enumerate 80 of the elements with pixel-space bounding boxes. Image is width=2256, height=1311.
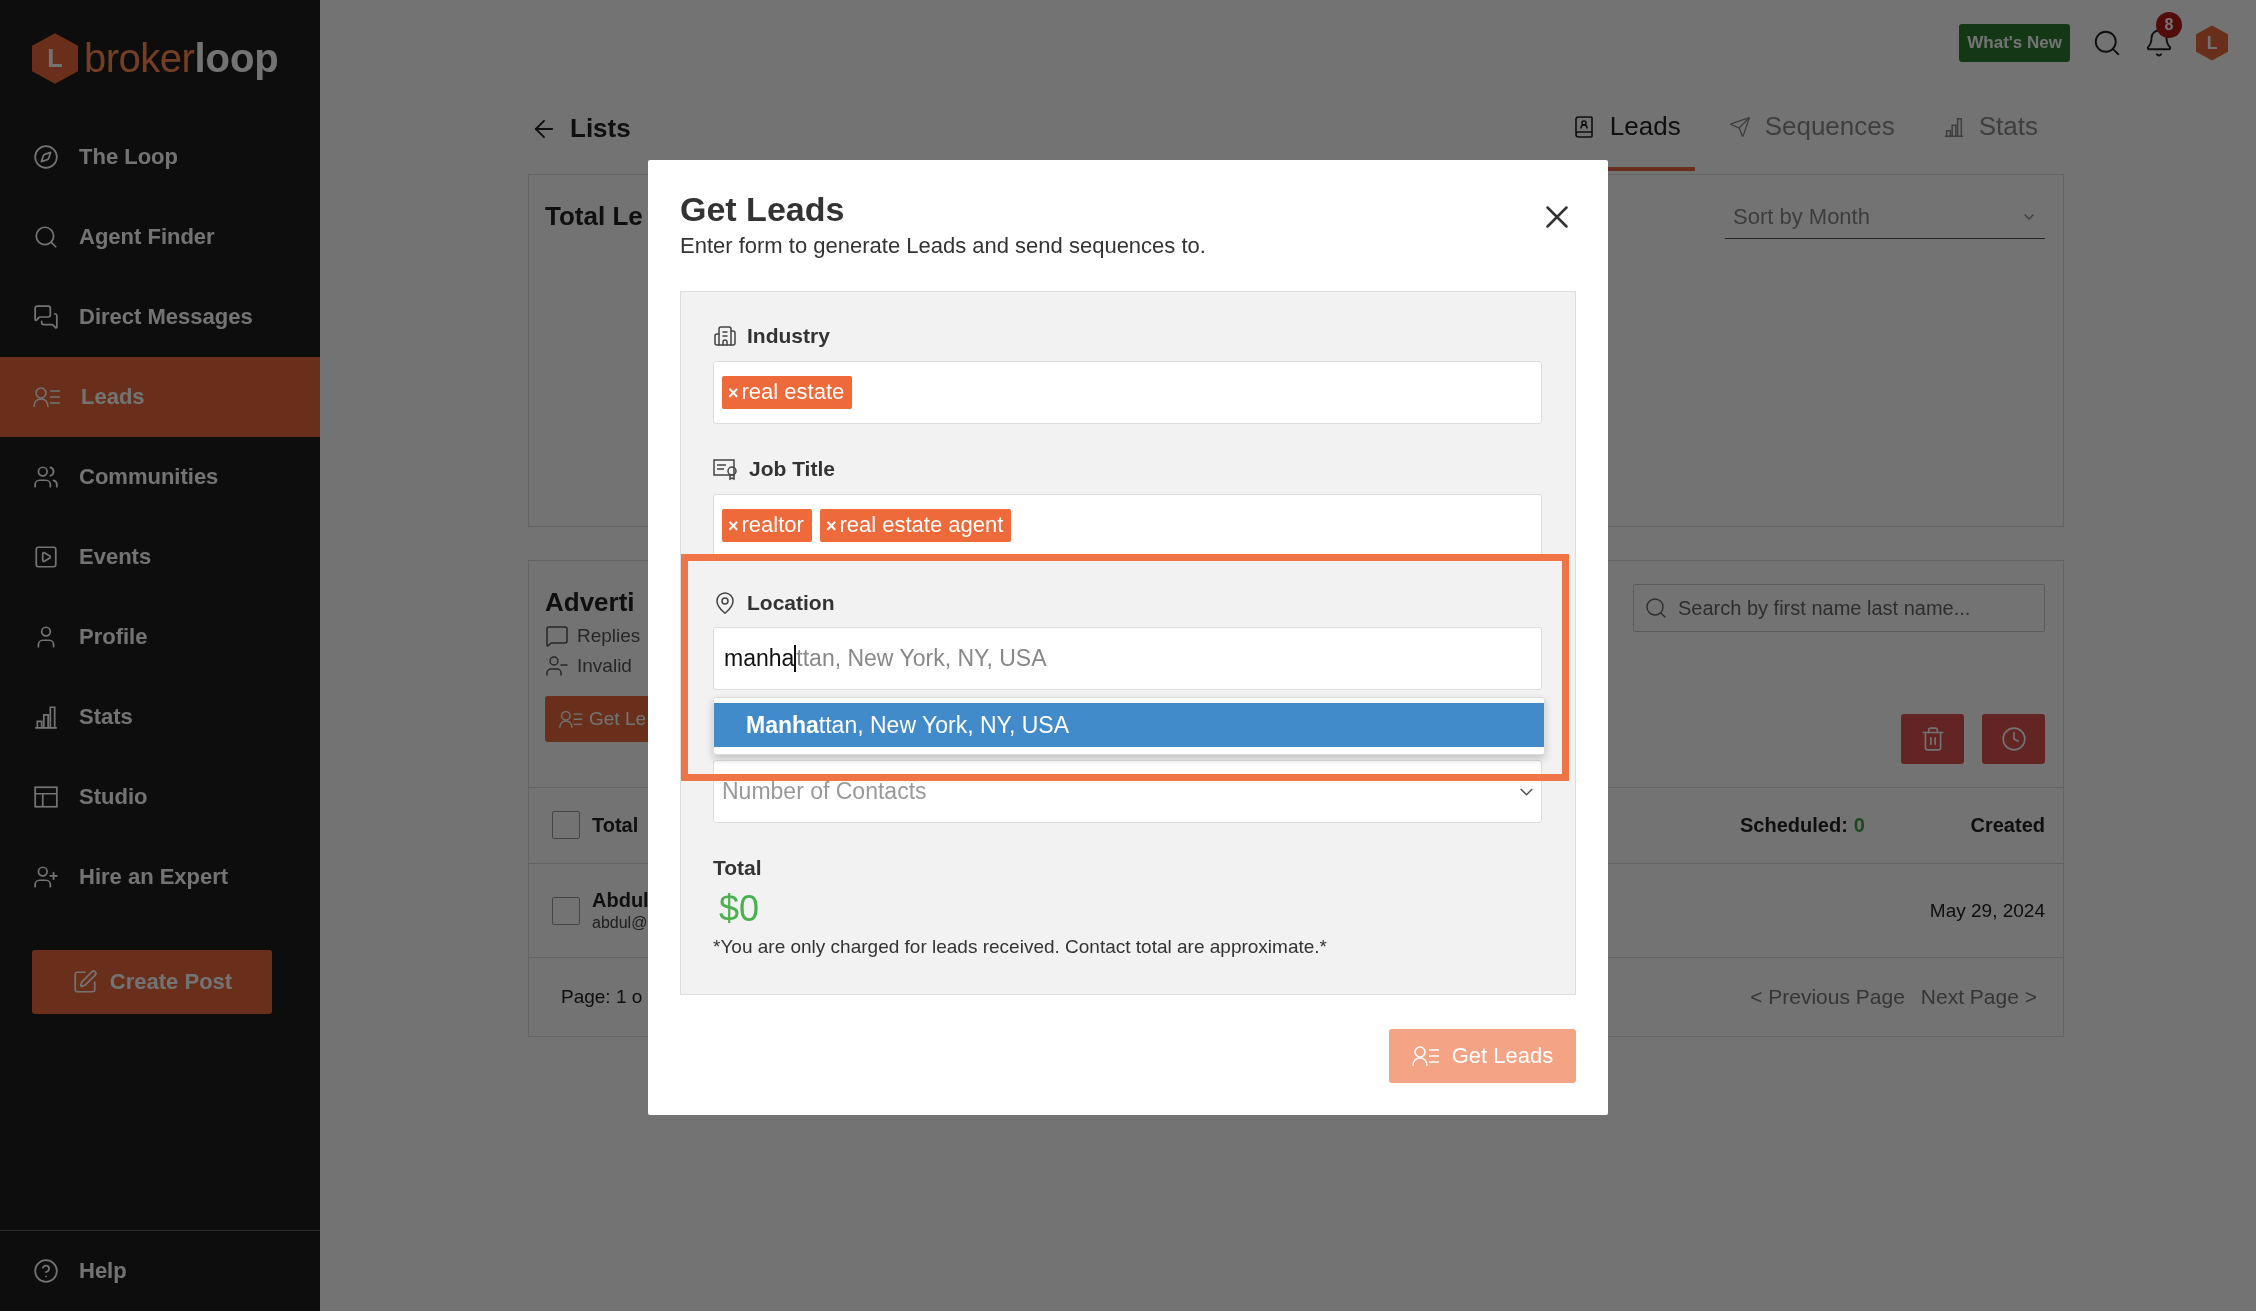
sidebar-item[interactable]: Hire an Expert bbox=[0, 837, 320, 917]
person-list-icon bbox=[33, 385, 61, 409]
person-list-icon bbox=[1411, 1044, 1440, 1068]
schedule-button[interactable] bbox=[1982, 714, 2045, 764]
bar-chart-icon bbox=[1942, 115, 1965, 138]
get-leads-button[interactable]: Get Le bbox=[545, 696, 648, 742]
search-icon[interactable] bbox=[2092, 28, 2122, 58]
building-icon bbox=[713, 324, 737, 348]
delete-button[interactable] bbox=[1901, 714, 1964, 764]
logo-text: loop bbox=[194, 36, 279, 81]
sidebar-item[interactable]: The Loop bbox=[0, 117, 320, 197]
column-header: Scheduled: bbox=[1740, 813, 1848, 837]
stat-label: Replies bbox=[577, 625, 641, 647]
suggestion-item[interactable]: Manhattan, New York, NY, USA bbox=[714, 703, 1544, 747]
tag-chip[interactable]: ×realtor bbox=[722, 509, 812, 542]
contact-name: Abdul bbox=[592, 889, 649, 913]
location-pin-icon bbox=[713, 591, 737, 615]
table-cell: May 29, 2024 bbox=[1929, 899, 2045, 922]
modal-subtitle: Enter form to generate Leads and send sequences to. bbox=[680, 233, 1206, 259]
tag-input-field[interactable]: ×real estate bbox=[713, 361, 1542, 424]
edit-icon bbox=[71, 969, 98, 995]
person-list-icon bbox=[559, 708, 583, 730]
back-link[interactable]: Lists bbox=[530, 113, 631, 144]
create-post-button[interactable]: Create Post bbox=[32, 950, 272, 1014]
search-icon bbox=[1644, 596, 1668, 620]
tag-chip[interactable]: ×real estate bbox=[722, 376, 853, 409]
remove-person-icon bbox=[545, 654, 569, 678]
search-icon bbox=[33, 224, 59, 250]
field-label: Job Title bbox=[749, 457, 835, 481]
sidebar-item[interactable]: Stats bbox=[0, 677, 320, 757]
play-icon bbox=[33, 544, 59, 570]
sidebar-item[interactable]: Leads bbox=[0, 357, 320, 437]
whats-new-button[interactable]: What's New bbox=[1959, 24, 2070, 62]
card-title: Total Le bbox=[545, 201, 643, 232]
chat-icon bbox=[33, 304, 59, 330]
modal-title: Get Leads bbox=[680, 190, 846, 229]
tag-input-field[interactable]: ×realtor ×real estate agent bbox=[713, 494, 1542, 557]
speech-bubble-icon bbox=[545, 624, 569, 648]
group-icon bbox=[33, 464, 59, 490]
bar-chart-icon bbox=[33, 704, 59, 730]
total-label: Total bbox=[713, 856, 763, 880]
send-icon bbox=[1728, 115, 1751, 138]
previous-page-link[interactable]: < Previous Page bbox=[1750, 985, 1905, 1010]
stat-label: Invalid bbox=[577, 655, 632, 677]
total-amount: $0 bbox=[718, 888, 761, 930]
get-leads-button[interactable]: Get Leads bbox=[1389, 1029, 1576, 1083]
sidebar-item[interactable]: Communities bbox=[0, 437, 320, 517]
certificate-icon bbox=[713, 457, 739, 481]
add-person-icon bbox=[33, 864, 59, 890]
sidebar-item[interactable]: Studio bbox=[0, 757, 320, 837]
contact-email: abdul@ bbox=[592, 914, 649, 933]
sidebar-item[interactable]: Agent Finder bbox=[0, 197, 320, 277]
help-icon bbox=[33, 1258, 59, 1284]
sidebar-item[interactable]: Direct Messages bbox=[0, 277, 320, 357]
trash-icon bbox=[1919, 726, 1946, 752]
scheduled-count: 0 bbox=[1853, 813, 1865, 837]
chevron-down-icon bbox=[1520, 787, 1533, 796]
sidebar-item[interactable]: Events bbox=[0, 517, 320, 597]
disclaimer-text: *You are only charged for leads received. Contact total are approximate.* bbox=[713, 936, 1328, 958]
checkbox[interactable] bbox=[552, 896, 580, 925]
page-indicator: Page: 1 o bbox=[561, 986, 643, 1009]
column-header: Total bbox=[592, 813, 639, 837]
field-label: Industry bbox=[747, 324, 830, 348]
field-label: Location bbox=[747, 591, 835, 615]
layout-icon bbox=[33, 784, 59, 810]
sidebar-item[interactable]: Profile bbox=[0, 597, 320, 677]
next-page-link[interactable]: Next Page > bbox=[1920, 985, 2037, 1010]
search-field[interactable]: Search by first name last name... bbox=[1633, 584, 2045, 632]
avatar[interactable]: L bbox=[2196, 25, 2228, 61]
location-field[interactable]: manhattan, New York, NY, USA bbox=[713, 627, 1542, 690]
notification-bell-icon[interactable] bbox=[2144, 28, 2174, 58]
clock-icon bbox=[2000, 726, 2027, 752]
tag-chip[interactable]: ×real estate agent bbox=[819, 509, 1012, 542]
logo-mark: L bbox=[32, 33, 78, 84]
notification-badge: 8 bbox=[2156, 12, 2182, 38]
column-header: Created bbox=[1970, 813, 2045, 837]
logo-text: broker bbox=[84, 36, 195, 81]
compass-icon bbox=[33, 144, 59, 170]
card-title: Adverti bbox=[545, 587, 635, 618]
checkbox[interactable] bbox=[552, 811, 580, 840]
